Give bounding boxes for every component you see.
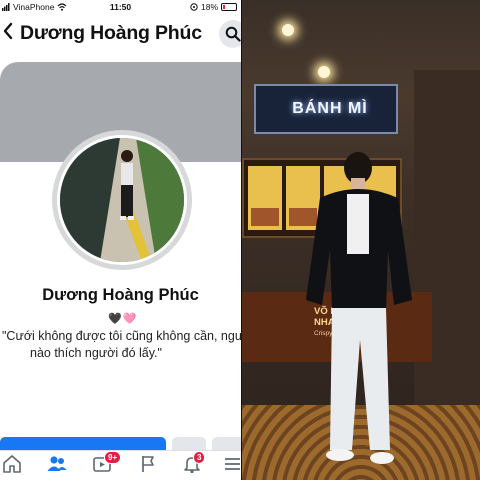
notifications-icon[interactable]: 3	[182, 451, 206, 476]
bio-line-2: nào thích người đó lấy."	[30, 346, 162, 360]
friends-icon[interactable]	[46, 454, 68, 476]
battery-icon	[221, 3, 237, 11]
shop-sign: BÁNH MÌ	[254, 84, 398, 134]
search-icon	[225, 26, 241, 42]
shop-sign-text: BÁNH MÌ	[292, 100, 368, 117]
page-title: Dương Hoàng Phúc	[20, 22, 202, 44]
bio-line-1: "Cưới không được tôi cũng không cần, ngư…	[2, 329, 241, 343]
watch-icon[interactable]: 9+	[92, 451, 122, 476]
ceiling-lamp	[318, 66, 330, 78]
avatar	[57, 135, 187, 265]
watch-badge: 9+	[104, 451, 122, 464]
menu-panel	[248, 166, 282, 230]
profile-name: Dương Hoàng Phúc	[42, 286, 199, 304]
home-icon[interactable]	[2, 454, 24, 476]
ceiling-lamp	[282, 24, 294, 36]
status-bar: VinaPhone 11:50 18%	[0, 0, 241, 15]
person-figure	[306, 152, 412, 464]
avatar-frame[interactable]	[52, 130, 192, 270]
search-button[interactable]	[219, 20, 241, 48]
menu-icon[interactable]	[224, 454, 241, 476]
phone-screenshot: VinaPhone 11:50 18% Dương Hoàng Phúc Dươ…	[0, 0, 241, 480]
battery-percent: 18%	[200, 2, 218, 12]
notifications-badge: 3	[193, 451, 206, 464]
bottom-tab-bar: 9+ 3	[0, 450, 241, 480]
street-photo: BÁNH MÌ VÕ NON NHAN NOR Crispy hot cr	[242, 0, 480, 480]
location-icon	[190, 3, 198, 11]
back-chevron-icon[interactable]	[2, 22, 16, 42]
pages-icon[interactable]	[138, 454, 160, 476]
hearts-emoji: 🖤🩷	[108, 313, 138, 325]
profile-header: Dương Hoàng Phúc	[0, 16, 241, 50]
